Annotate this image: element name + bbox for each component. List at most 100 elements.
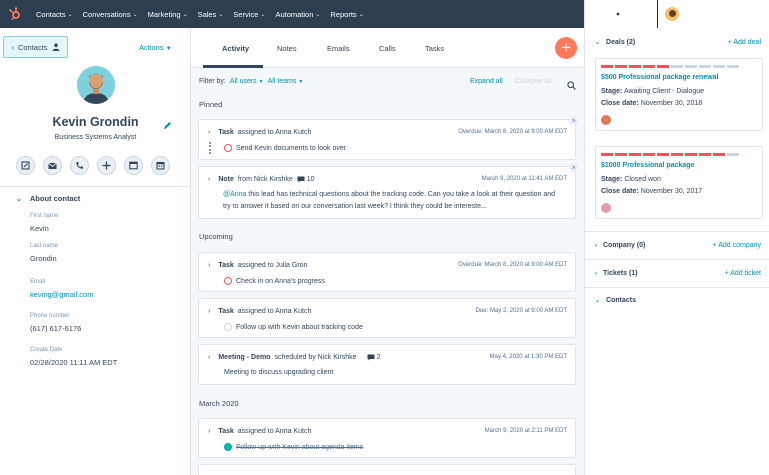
chevron-down-icon: ⌄ bbox=[358, 11, 364, 18]
nav-reports[interactable]: Reports ⌄ bbox=[330, 10, 363, 19]
deal-owner-avatar bbox=[601, 203, 611, 213]
filter-bar: Filter by: All users ▼ All teams ▼ bbox=[199, 78, 304, 85]
nav-divider bbox=[657, 0, 658, 28]
add-deal-link[interactable]: + Add deal bbox=[728, 39, 761, 46]
expand-all-link[interactable]: Expand all bbox=[470, 78, 503, 85]
activity-card-task[interactable]: › Task assigned to Julia Gron Overdue: Mar… bbox=[198, 252, 576, 292]
divider bbox=[585, 231, 769, 232]
section-march-2020: March 2020 bbox=[199, 399, 239, 408]
collapse-all-link[interactable]: Collapse all bbox=[515, 78, 551, 85]
chevron-down-icon: ⌄ bbox=[260, 11, 266, 18]
tab-notes[interactable]: Notes bbox=[277, 44, 297, 53]
about-contact-toggle[interactable]: ⌄ About contact bbox=[16, 194, 80, 203]
contact-avatar bbox=[77, 66, 115, 104]
activity-card-partial[interactable] bbox=[198, 464, 576, 475]
chevron-down-icon: ⌄ bbox=[16, 195, 22, 203]
add-task-button[interactable] bbox=[97, 156, 116, 175]
calendar-icon bbox=[156, 161, 165, 170]
call-button[interactable] bbox=[70, 156, 89, 175]
property-email[interactable]: Email keving@gmail.com bbox=[30, 279, 93, 299]
activity-card-note[interactable]: › Note from Nick Kirshke 10 March 9, 2020 … bbox=[198, 163, 578, 219]
chevron-right-icon[interactable]: › bbox=[208, 354, 210, 361]
nav-conversations[interactable]: Conversations ⌄ bbox=[83, 10, 138, 19]
activity-card-task[interactable]: › Task assigned to Anna Kutch Due: May 2, … bbox=[198, 298, 576, 338]
pin-icon[interactable] bbox=[569, 163, 578, 172]
chevron-right-icon[interactable]: › bbox=[208, 176, 210, 183]
tab-activity[interactable]: Activity bbox=[222, 44, 249, 53]
email-link[interactable]: keving@gmail.com bbox=[30, 290, 93, 299]
activity-card-meeting[interactable]: › Meeting - Demo scheduled by Nick Kirshke… bbox=[198, 344, 576, 385]
envelope-icon bbox=[48, 162, 57, 169]
contact-sidebar: ‹ Contacts Actions ▼ Kevin Grondin Busin… bbox=[0, 28, 191, 475]
task-completed-check-icon[interactable] bbox=[224, 443, 232, 451]
user-name: Brittany Lambert bbox=[686, 9, 742, 19]
chevron-down-icon: ⌄ bbox=[595, 298, 601, 304]
schedule-meeting-button[interactable] bbox=[151, 156, 170, 175]
property-last-name[interactable]: Last name Grondin bbox=[30, 243, 58, 263]
active-tab-indicator bbox=[203, 65, 263, 68]
comment-count[interactable]: 2 bbox=[367, 354, 380, 361]
chevron-right-icon[interactable]: › bbox=[208, 308, 210, 315]
filter-teams-dropdown[interactable]: All teams ▼ bbox=[268, 78, 304, 85]
bell-icon[interactable] bbox=[629, 0, 651, 28]
gear-icon[interactable] bbox=[607, 0, 629, 28]
chevron-right-icon[interactable]: › bbox=[208, 129, 210, 136]
note-button[interactable] bbox=[16, 156, 35, 175]
activity-card-task[interactable]: › Task assigned to Anna Kutch March 9, 202… bbox=[198, 418, 576, 458]
deal-name-link[interactable]: $1000 Professional package bbox=[601, 162, 694, 169]
deal-name-link[interactable]: $500 Professional package renewal bbox=[601, 74, 719, 81]
nav-marketing[interactable]: Marketing ⌄ bbox=[148, 10, 188, 19]
back-to-contacts-button[interactable]: ‹ Contacts bbox=[3, 36, 68, 58]
comment-icon bbox=[297, 176, 305, 183]
pin-icon[interactable] bbox=[569, 116, 578, 125]
user-menu[interactable]: Brittany Lambert ⌄ bbox=[664, 6, 752, 22]
chevron-right-icon[interactable]: › bbox=[208, 262, 210, 269]
tab-emails[interactable]: Emails bbox=[327, 44, 350, 53]
tab-calls[interactable]: Calls bbox=[379, 44, 396, 53]
nav-service[interactable]: Service ⌄ bbox=[233, 10, 265, 19]
search-activity-icon[interactable] bbox=[567, 77, 576, 95]
nav-contacts[interactable]: Contacts ⌄ bbox=[36, 10, 73, 19]
search-icon[interactable] bbox=[585, 0, 607, 28]
mention-link[interactable]: @Anna bbox=[223, 191, 246, 198]
email-button[interactable] bbox=[43, 156, 62, 175]
add-ticket-link[interactable]: + Add ticket bbox=[725, 270, 761, 277]
contacts-toggle[interactable]: ⌄ Contacts bbox=[595, 297, 636, 304]
deal-card[interactable]: $500 Professional package renewal Stage:… bbox=[595, 58, 763, 131]
add-activity-button[interactable]: + bbox=[555, 37, 577, 59]
chevron-down-icon: ⌄ bbox=[747, 11, 753, 18]
chevron-right-icon[interactable]: › bbox=[208, 428, 210, 435]
hubspot-logo-icon[interactable] bbox=[8, 7, 22, 21]
deal-pipeline-progress bbox=[601, 65, 739, 68]
chevron-down-icon: ⌄ bbox=[315, 11, 321, 18]
person-icon bbox=[52, 43, 60, 51]
actions-dropdown[interactable]: Actions ▼ bbox=[139, 43, 172, 52]
company-toggle[interactable]: › Company (0) bbox=[595, 242, 645, 249]
edit-pencil-icon[interactable] bbox=[163, 117, 172, 135]
chevron-down-icon: ⌄ bbox=[67, 11, 73, 18]
task-complete-checkbox[interactable] bbox=[224, 323, 232, 331]
property-phone[interactable]: Phone number (617) 617-6176 bbox=[30, 313, 81, 333]
activity-card-task[interactable]: › Task assigned to Anna Kutch Overdue: Mar… bbox=[198, 116, 578, 160]
chevron-down-icon: ⌄ bbox=[182, 11, 188, 18]
property-first-name[interactable]: First name Kevin bbox=[30, 213, 58, 233]
log-activity-button[interactable] bbox=[124, 156, 143, 175]
task-complete-checkbox[interactable] bbox=[224, 277, 232, 285]
drag-handle[interactable] bbox=[209, 142, 211, 154]
contact-job-title: Business Systems Analyst bbox=[54, 134, 137, 141]
tickets-toggle[interactable]: › Tickets (1) bbox=[595, 270, 638, 277]
note-icon bbox=[21, 161, 30, 170]
deal-card[interactable]: $1000 Professional package Stage: Closed… bbox=[595, 146, 763, 219]
chevron-right-icon: › bbox=[595, 270, 597, 277]
comment-count[interactable]: 10 bbox=[297, 176, 315, 183]
add-company-link[interactable]: + Add company bbox=[713, 242, 761, 249]
task-complete-checkbox[interactable] bbox=[224, 144, 232, 152]
filter-users-dropdown[interactable]: All users ▼ bbox=[230, 78, 264, 85]
tab-tasks[interactable]: Tasks bbox=[425, 44, 444, 53]
nav-sales[interactable]: Sales ⌄ bbox=[198, 10, 224, 19]
top-navigation: Contacts ⌄ Conversations ⌄ Marketing ⌄ Sale… bbox=[0, 0, 769, 28]
activity-panel: Activity Notes Emails Calls Tasks + Filt… bbox=[191, 28, 584, 475]
deal-pipeline-progress bbox=[601, 153, 739, 156]
nav-automation[interactable]: Automation ⌄ bbox=[275, 10, 320, 19]
deals-toggle[interactable]: ⌄ Deals (2) bbox=[595, 39, 635, 46]
